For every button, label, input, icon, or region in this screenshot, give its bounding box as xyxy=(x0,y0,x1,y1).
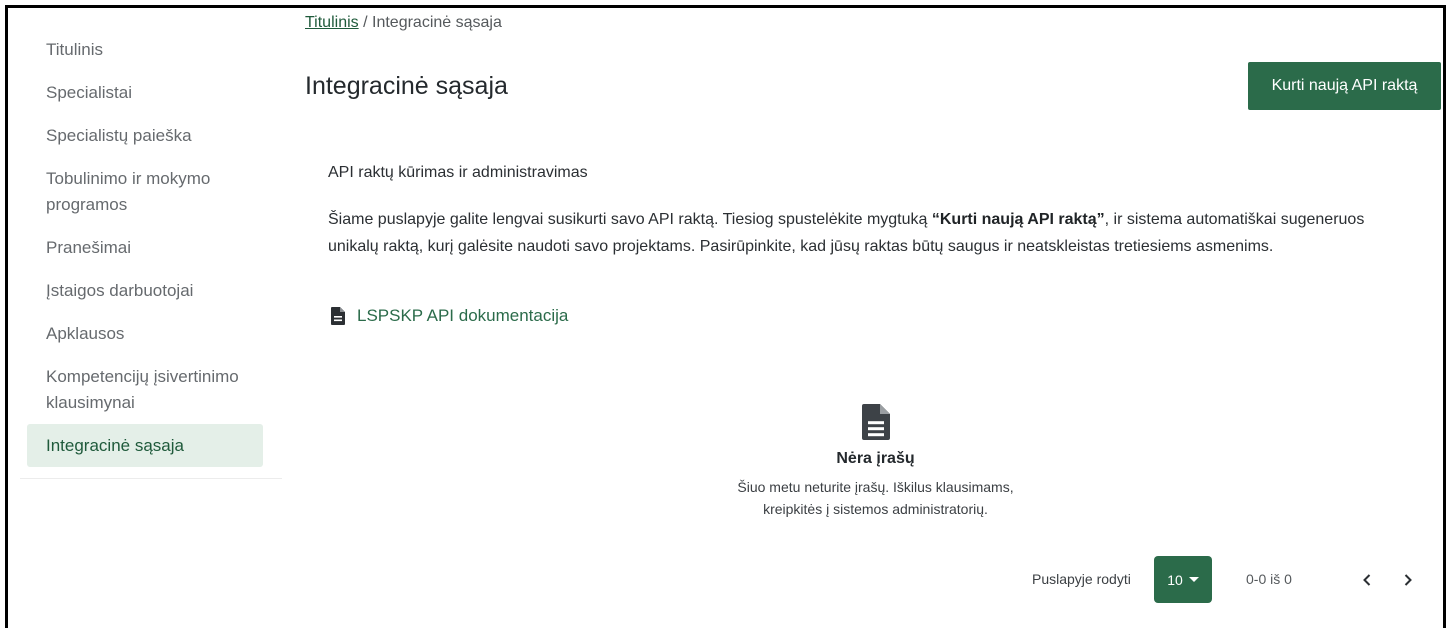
breadcrumb-separator: / xyxy=(363,14,368,31)
sidebar-item-kompetenciju-klausimynai[interactable]: Kompetencijų įsivertinimo klausimynai xyxy=(27,355,263,424)
breadcrumb-home-link[interactable]: Titulinis xyxy=(305,14,359,31)
breadcrumb: Titulinis / Integracinė sąsaja xyxy=(305,14,502,32)
sidebar-item-pranesimai[interactable]: Pranešimai xyxy=(27,226,263,269)
sidebar-divider xyxy=(20,478,282,479)
sidebar-item-istaigos-darbuotojai[interactable]: Įstaigos darbuotojai xyxy=(27,269,263,312)
file-text-icon xyxy=(331,307,345,325)
empty-state: Nėra įrašų Šiuo metu neturite įrašų. Išk… xyxy=(648,404,1103,520)
empty-state-text: Šiuo metu neturite įrašų. Iškilus klausi… xyxy=(648,476,1103,520)
empty-state-text-line-1: Šiuo metu neturite įrašų. Iškilus klausi… xyxy=(737,479,1014,495)
page-title: Integracinė sąsaja xyxy=(305,72,508,100)
sidebar-item-tobulinimo-programos[interactable]: Tobulinimo ir mokymo programos xyxy=(27,157,263,226)
sidebar-item-apklausos[interactable]: Apklausos xyxy=(27,312,263,355)
rows-per-page-label: Puslapyje rodyti xyxy=(1032,571,1131,587)
section-title: API raktų kūrimas ir administravimas xyxy=(328,164,588,181)
sidebar: Titulinis Specialistai Specialistų paieš… xyxy=(20,28,282,479)
rows-per-page-select[interactable]: 10 xyxy=(1154,556,1212,603)
api-documentation-link[interactable]: LSPSKP API dokumentacija xyxy=(331,306,568,326)
empty-state-title: Nėra įrašų xyxy=(836,450,915,467)
breadcrumb-current: Integracinė sąsaja xyxy=(372,14,502,31)
description-text-start: Šiame puslapyje galite lengvai susikurti… xyxy=(328,211,932,228)
page-description: Šiame puslapyje galite lengvai susikurti… xyxy=(328,206,1418,260)
sidebar-item-integracine-sasaja[interactable]: Integracinė sąsaja xyxy=(27,424,263,467)
caret-down-icon xyxy=(1188,577,1199,582)
empty-state-text-line-2: kreipkitės į sistemos administratorių. xyxy=(763,501,988,517)
description-button-reference: “Kurti naują API raktą” xyxy=(931,211,1105,228)
file-text-icon xyxy=(861,404,890,440)
sidebar-item-specialistu-paieska[interactable]: Specialistų paieška xyxy=(27,114,263,157)
sidebar-item-titulinis[interactable]: Titulinis xyxy=(27,28,263,71)
sidebar-item-specialistai[interactable]: Specialistai xyxy=(27,71,263,114)
rows-per-page-value: 10 xyxy=(1167,571,1183,588)
chevron-left-icon[interactable] xyxy=(1357,570,1377,590)
chevron-right-icon[interactable] xyxy=(1398,570,1418,590)
create-api-key-button[interactable]: Kurti naują API raktą xyxy=(1248,62,1441,110)
pagination-range: 0-0 iš 0 xyxy=(1246,571,1292,587)
app-window: Titulinis Specialistai Specialistų paieš… xyxy=(5,5,1446,628)
api-documentation-link-label: LSPSKP API dokumentacija xyxy=(357,306,569,325)
